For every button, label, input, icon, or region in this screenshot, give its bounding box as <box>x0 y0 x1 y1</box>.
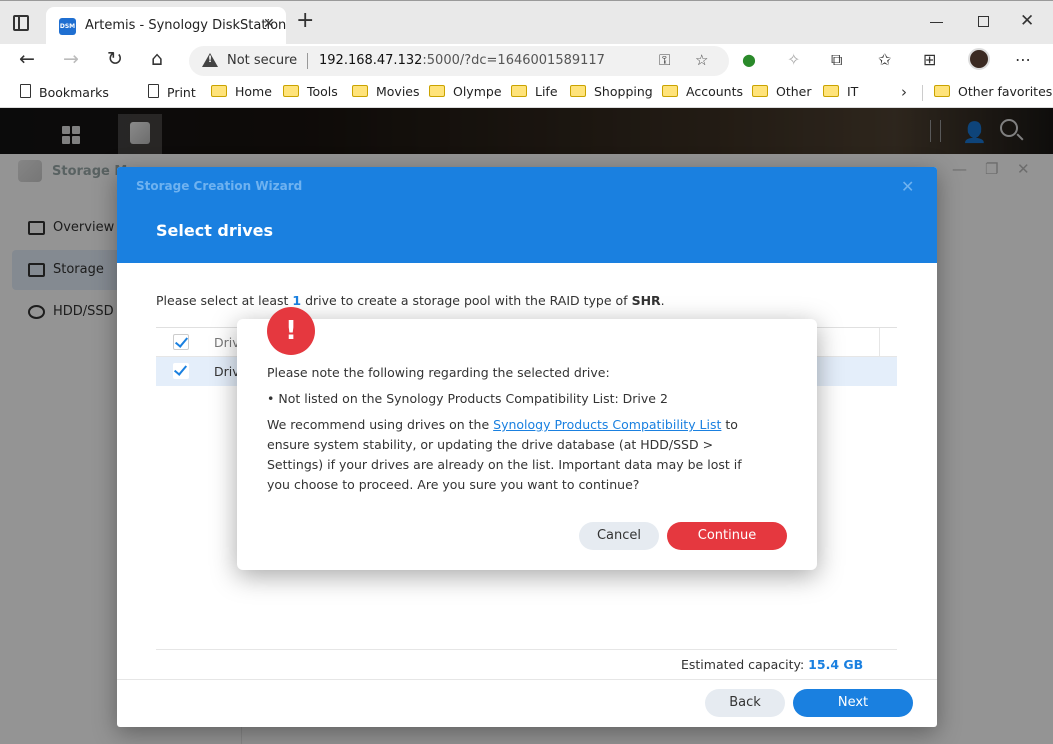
bookmark-olympe[interactable]: Olympe <box>429 84 502 99</box>
wizard-description: Please select at least 1 drive to create… <box>156 293 665 308</box>
url-input[interactable]: Not secure 192.168.47.132:5000/?dc=16460… <box>189 46 729 76</box>
extensions-puzzle-icon[interactable]: ⧉ <box>831 50 842 70</box>
home-icon[interactable]: ⌂ <box>151 48 163 70</box>
folder-icon <box>662 85 678 97</box>
extension-bird-icon[interactable]: ✧ <box>787 50 800 69</box>
omnibox-divider <box>307 53 308 69</box>
new-tab-icon[interactable]: + <box>296 10 314 32</box>
compatibility-list-link[interactable]: Synology Products Compatibility List <box>493 417 721 432</box>
collections-icon[interactable]: ⊞ <box>923 50 936 69</box>
alert-recommendation: We recommend using drives on the Synolog… <box>267 417 738 432</box>
wizard-header: Storage Creation Wizard ✕ Select drives <box>117 167 937 263</box>
folder-icon <box>352 85 368 97</box>
bookmarks-bar: Bookmarks Print Home Tools Movies Olympe… <box>0 78 1053 108</box>
wizard-title: Storage Creation Wizard <box>136 179 303 193</box>
bookmark-tools[interactable]: Tools <box>283 84 338 99</box>
exclamation-icon: ! <box>267 307 315 355</box>
cancel-button[interactable]: Cancel <box>579 522 659 550</box>
browser-tab[interactable]: DSM Artemis - Synology DiskStation ✕ <box>46 7 286 45</box>
back-arrow-icon[interactable]: ← <box>19 48 35 70</box>
tab-actions-icon[interactable] <box>13 15 29 31</box>
more-options-icon[interactable]: ⋯ <box>1015 50 1031 69</box>
tab-close-icon[interactable]: ✕ <box>263 16 275 32</box>
dsm-favicon-icon: DSM <box>59 18 76 35</box>
alert-text-line: Settings) if your drives are already on … <box>267 457 742 472</box>
folder-icon <box>511 85 527 97</box>
add-favorite-icon[interactable]: ☆ <box>695 51 708 69</box>
not-secure-label[interactable]: Not secure <box>227 53 297 68</box>
column-divider <box>879 328 880 357</box>
window-close-icon[interactable]: ✕ <box>1020 11 1034 31</box>
select-all-checkbox[interactable] <box>173 334 189 350</box>
continue-button[interactable]: Continue <box>667 522 787 550</box>
forward-arrow-icon[interactable]: → <box>63 48 79 70</box>
next-button[interactable]: Next <box>793 689 913 717</box>
back-button[interactable]: Back <box>705 689 785 717</box>
bookmarks-divider <box>922 85 923 101</box>
url-text[interactable]: 192.168.47.132:5000/?dc=1646001589117 <box>319 53 605 68</box>
chevron-right-icon[interactable]: › <box>901 83 907 101</box>
drive-checkbox[interactable] <box>173 363 189 379</box>
bookmark-accounts[interactable]: Accounts <box>662 84 743 99</box>
folder-icon <box>823 85 839 97</box>
refresh-icon[interactable]: ↻ <box>107 48 123 70</box>
page-icon <box>148 84 159 98</box>
window-maximize-icon[interactable] <box>978 16 989 27</box>
key-icon[interactable]: ⚿ <box>659 51 670 69</box>
bookmark-print[interactable]: Print <box>148 84 196 100</box>
extension-globe-icon[interactable]: ● <box>742 50 756 69</box>
alert-bullet: • Not listed on the Synology Products Co… <box>267 391 668 406</box>
bookmark-other[interactable]: Other <box>752 84 812 99</box>
bookmark-bookmarks[interactable]: Bookmarks <box>20 84 109 100</box>
estimated-capacity: Estimated capacity: 15.4 GB <box>681 657 864 672</box>
bookmark-shopping[interactable]: Shopping <box>570 84 653 99</box>
alert-text-line: you choose to proceed. Are you sure you … <box>267 477 640 492</box>
folder-icon <box>570 85 586 97</box>
folder-icon <box>211 85 227 97</box>
folder-icon <box>429 85 445 97</box>
wizard-divider <box>156 649 897 650</box>
address-bar-row: ← → ↻ ⌂ Not secure 192.168.47.132:5000/?… <box>0 44 1053 78</box>
bookmark-home[interactable]: Home <box>211 84 272 99</box>
page-icon <box>20 84 31 98</box>
window-minimize-icon[interactable] <box>930 22 943 23</box>
wizard-step-heading: Select drives <box>156 221 274 240</box>
favorites-icon[interactable]: ✩ <box>878 50 891 69</box>
compatibility-warning-dialog: ! Please note the following regarding th… <box>237 307 817 570</box>
alert-text-line: ensure system stability, or updating the… <box>267 437 714 452</box>
bookmark-movies[interactable]: Movies <box>352 84 420 99</box>
bookmark-other-favorites[interactable]: Other favorites <box>934 84 1052 99</box>
warning-icon[interactable] <box>202 53 218 67</box>
browser-tab-bar: DSM Artemis - Synology DiskStation ✕ + ✕ <box>0 0 1053 45</box>
tab-title: Artemis - Synology DiskStation <box>85 18 287 33</box>
folder-icon <box>752 85 768 97</box>
wizard-footer-divider <box>117 679 937 680</box>
bookmark-life[interactable]: Life <box>511 84 558 99</box>
folder-icon <box>934 85 950 97</box>
profile-avatar[interactable] <box>968 48 990 70</box>
folder-icon <box>283 85 299 97</box>
bookmark-it[interactable]: IT <box>823 84 858 99</box>
close-icon[interactable]: ✕ <box>901 177 914 196</box>
alert-intro: Please note the following regarding the … <box>267 365 610 380</box>
